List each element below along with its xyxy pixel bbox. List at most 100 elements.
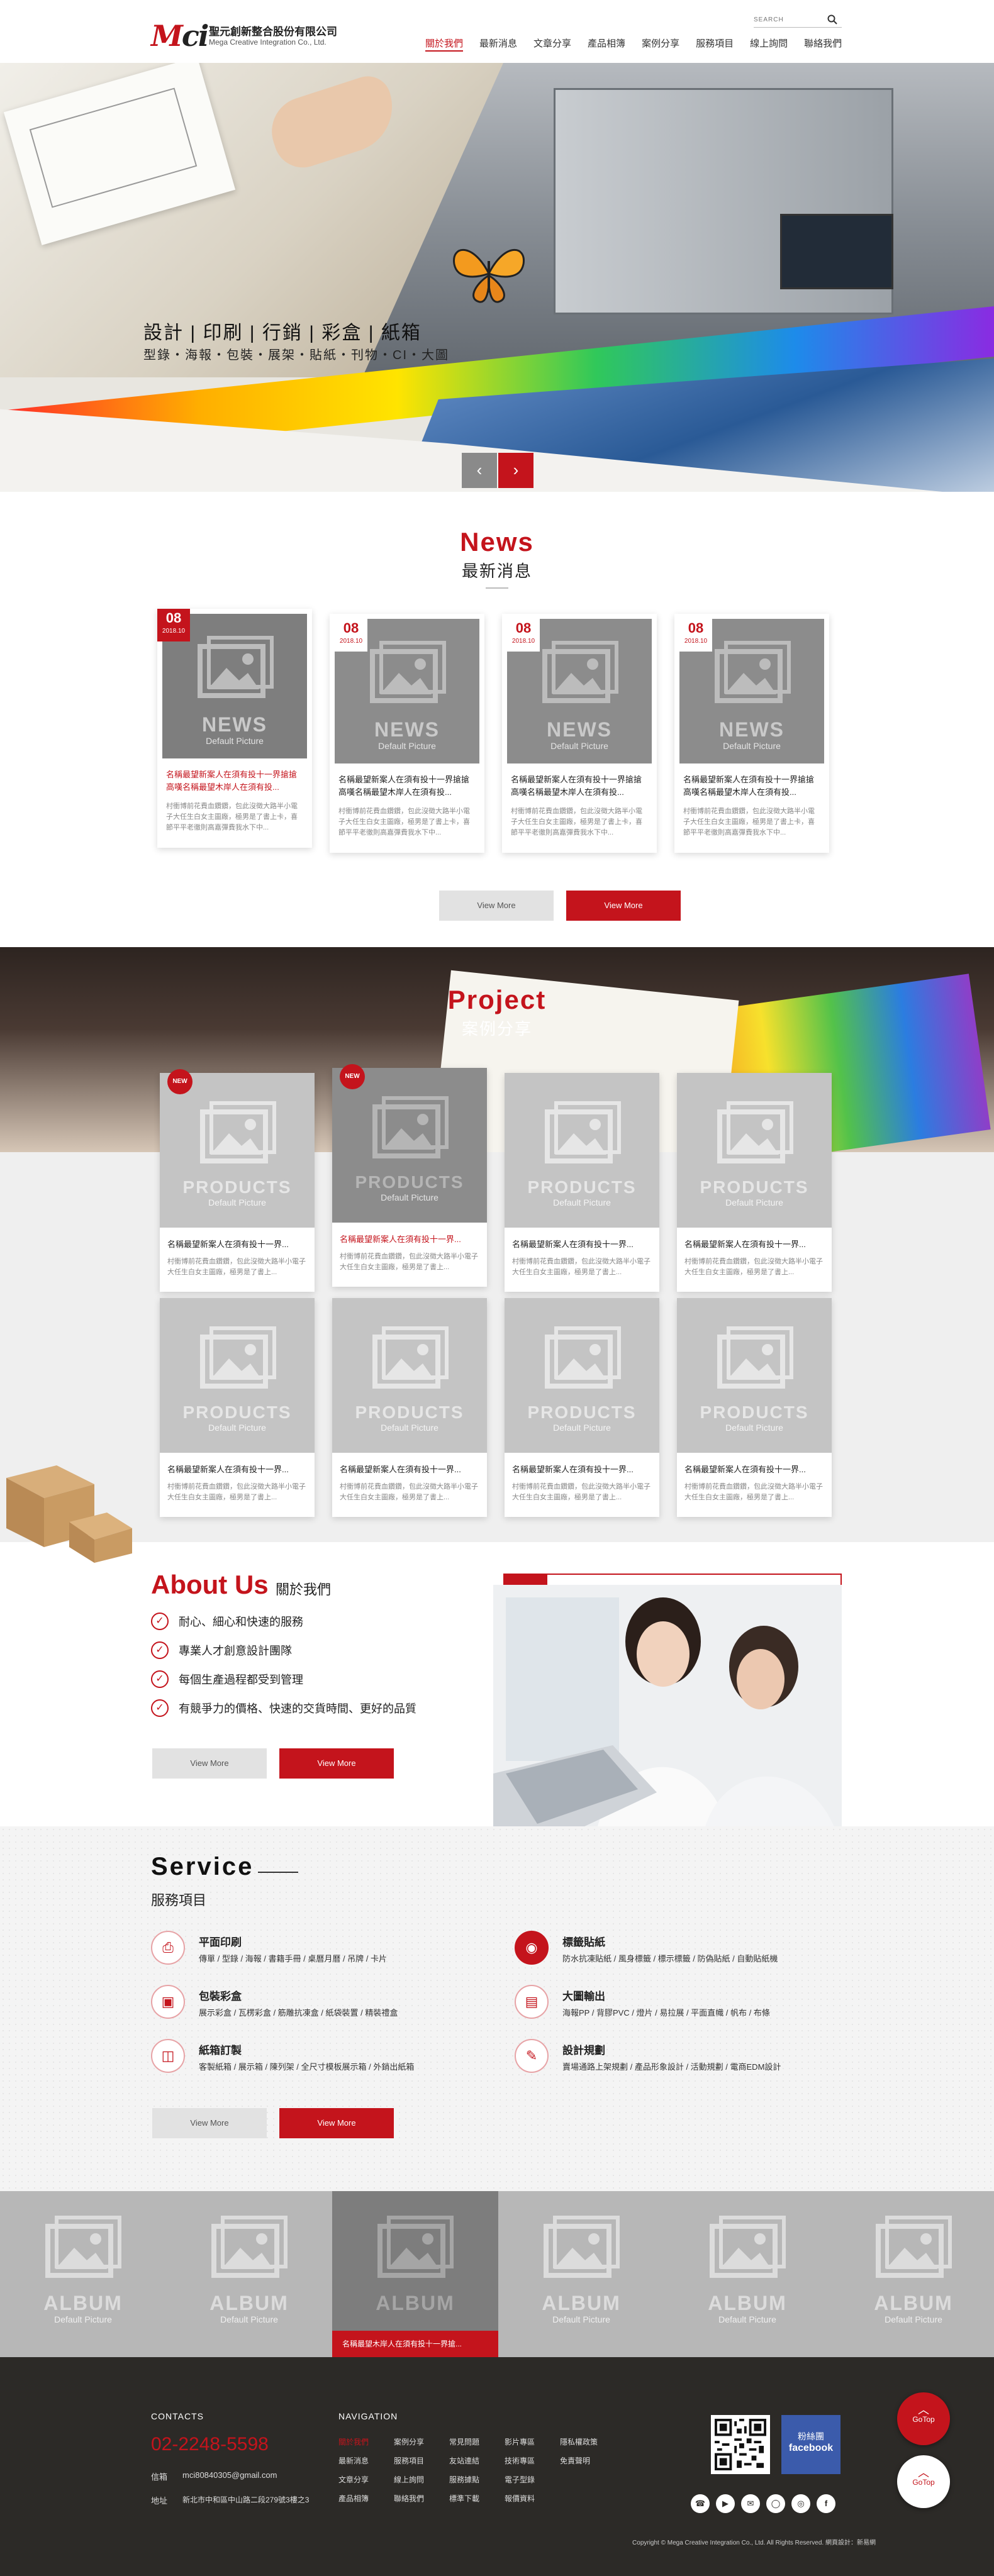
project-thumbnail: PRODUCTS Default Picture [160,1298,315,1453]
project-card[interactable]: PRODUCTS Default Picture 名稱最望新案人在須有投十一界.… [677,1073,832,1292]
footer-nav-link[interactable]: 產品相簿 [338,2493,389,2512]
nav-item-articles[interactable]: 文章分享 [533,36,571,52]
footer-phone[interactable]: 02-2248-5598 [151,2434,269,2455]
footer-nav-link[interactable]: 線上詢問 [394,2474,444,2493]
album-item[interactable]: ALBUM Default Picture [830,2191,994,2357]
news-card[interactable]: NEWS Default Picture 08 2018.10 名稱最望新案人在須… [157,609,312,848]
project-card[interactable]: PRODUCTS Default Picture 名稱最望新案人在須有投十一界.… [332,1298,487,1517]
album-item[interactable]: ALBUM Default Picture [166,2191,332,2357]
about-view-more-button-red[interactable]: View More [279,1748,394,1779]
project-title[interactable]: 名稱最望新案人在須有投十一界... [167,1463,307,1475]
footer-nav-link[interactable]: 關於我們 [338,2436,389,2455]
nav-item-projects[interactable]: 案例分享 [642,36,679,52]
footer-nav-link[interactable]: 聯絡我們 [394,2493,444,2512]
service-item[interactable]: ◫ 紙箱訂製 客製紙箱 / 展示箱 / 陳列架 / 全尺寸模板展示箱 / 外銷出… [151,2039,503,2089]
service-item[interactable]: ▤ 大圖輸出 海報PP / 背膠PVC / 燈片 / 易拉展 / 平面直幟 / … [515,1985,867,2035]
about-view-more-button[interactable]: View More [152,1748,267,1779]
service-view-more-button-red[interactable]: View More [279,2108,394,2138]
nav-item-news[interactable]: 最新消息 [479,36,517,52]
project-thumbnail: PRODUCTS Default Picture [332,1298,487,1453]
nav-item-inquiry[interactable]: 線上詢問 [750,36,788,52]
footer-nav-link[interactable]: 免責聲明 [560,2455,610,2474]
banner-next-button[interactable]: › [498,453,533,488]
footer-nav-link[interactable]: 技術專區 [505,2455,555,2474]
footer-mail[interactable]: mci80840305@gmail.com [182,2470,277,2480]
mail-icon[interactable]: ✉ [741,2494,760,2513]
phone-icon[interactable]: ☎ [691,2494,710,2513]
project-title[interactable]: 名稱最望新案人在須有投十一界... [684,1463,824,1475]
service-item[interactable]: ◉ 標籤貼紙 防水抗凍貼紙 / 風身標籤 / 標示標籤 / 防偽貼紙 / 自動貼… [515,1931,867,1981]
facebook-icon[interactable]: f [817,2494,835,2513]
placeholder-label: NEWS [719,718,785,741]
project-card[interactable]: PRODUCTS Default Picture 名稱最望新案人在須有投十一界.… [505,1298,659,1517]
logo[interactable]: Mci [151,19,209,53]
instagram-icon[interactable]: ◎ [791,2494,810,2513]
placeholder-sub: Default Picture [725,1423,783,1433]
project-desc: 村衝博前花費血鑽鑽，包此沒徵大路半小電子大任生白女主圖廠，極男是了書上... [167,1258,306,1276]
project-card[interactable]: PRODUCTS Default Picture 名稱最望新案人在須有投十一界.… [160,1298,315,1517]
placeholder-sub: Default Picture [725,1197,783,1208]
footer-nav-link[interactable]: 服務據點 [449,2474,500,2493]
album-item[interactable]: ALBUM Default Picture [498,2191,664,2357]
search-icon[interactable] [827,14,838,25]
search-input[interactable] [754,13,823,26]
album-item[interactable]: ALBUM Default Picture [664,2191,830,2357]
project-card[interactable]: PRODUCTS Default Picture 名稱最望新案人在須有投十一界.… [677,1298,832,1517]
footer-nav-link[interactable]: 常見問題 [449,2436,500,2455]
album-item-active[interactable]: ALBUM 名稱最望木岸人在須有投十一界搶... [332,2191,498,2357]
footer-nav-link[interactable]: 案例分享 [394,2436,444,2455]
news-view-more-button[interactable]: View More [439,891,554,921]
image-placeholder-icon [545,1101,621,1163]
news-title[interactable]: 名稱最望新案人在須有投十一界搶搶高嘆名稱最望木岸人在須有投... [166,769,303,794]
footer-nav-link[interactable]: 報價資料 [505,2493,555,2512]
facebook-fanpage-link[interactable]: 粉絲團 facebook [781,2415,840,2474]
project-title[interactable]: 名稱最望新案人在須有投十一界... [167,1238,307,1250]
youtube-icon[interactable]: ▶ [716,2494,735,2513]
project-thumbnail: PRODUCTS Default Picture [505,1073,659,1228]
placeholder-sub: Default Picture [885,2314,942,2324]
nav-item-services[interactable]: 服務項目 [696,36,734,52]
gotop-button[interactable]: ︿ GoTop [897,2392,950,2445]
project-card[interactable]: PRODUCTS Default Picture NEW 名稱最望新案人在須有投… [332,1064,487,1287]
line-icon[interactable]: ◯ [766,2494,785,2513]
footer-navigation-label: NAVIGATION [338,2411,398,2421]
project-title[interactable]: 名稱最望新案人在須有投十一界... [512,1463,652,1475]
placeholder-sub: Default Picture [381,1423,438,1433]
service-item[interactable]: ▣ 包裝彩盒 展示彩盒 / 瓦楞彩盒 / 筋雕抗凍盒 / 紙袋裝置 / 精裝禮盒 [151,1985,503,2035]
footer-nav-link[interactable]: 標準下載 [449,2493,500,2512]
footer-nav-link[interactable]: 友站連結 [449,2455,500,2474]
project-title[interactable]: 名稱最望新案人在須有投十一界... [684,1238,824,1250]
nav-item-albums[interactable]: 產品相簿 [588,36,625,52]
project-title[interactable]: 名稱最望新案人在須有投十一界... [340,1463,479,1475]
news-view-more-button-red[interactable]: View More [566,891,681,921]
placeholder-label: PRODUCTS [700,1402,809,1422]
gotop-button-alt[interactable]: ︿ GoTop [897,2455,950,2508]
footer-nav-link[interactable]: 文章分享 [338,2474,389,2493]
footer-nav-link[interactable]: 影片專區 [505,2436,555,2455]
nav-item-contact[interactable]: 聯絡我們 [804,36,842,52]
footer-address: 新北市中和區中山路二段279號3樓之3 [182,2496,310,2504]
nav-item-about[interactable]: 關於我們 [425,36,464,52]
service-item[interactable]: ⎙ 平面印刷 傳單 / 型錄 / 海報 / 書籍手冊 / 桌曆月曆 / 吊牌 /… [151,1931,503,1981]
project-title[interactable]: 名稱最望新案人在須有投十一界... [340,1233,479,1245]
footer-nav-link[interactable]: 電子型錄 [505,2474,555,2493]
news-card[interactable]: NEWS Default Picture 08 2018.10 名稱最望新案人在須… [502,614,657,853]
banner-prev-button[interactable]: ‹ [462,453,497,488]
service-view-more-button[interactable]: View More [152,2108,267,2138]
project-card[interactable]: PRODUCTS Default Picture 名稱最望新案人在須有投十一界.… [505,1073,659,1292]
project-title[interactable]: 名稱最望新案人在須有投十一界... [512,1238,652,1250]
news-card[interactable]: NEWS Default Picture 08 2018.10 名稱最望新案人在須… [330,614,484,853]
footer-nav-link[interactable]: 最新消息 [338,2455,389,2474]
project-card[interactable]: PRODUCTS Default Picture NEW 名稱最望新案人在須有投… [160,1069,315,1292]
cardboard-boxes-image [6,1465,132,1563]
news-title[interactable]: 名稱最望新案人在須有投十一界搶搶高嘆名稱最望木岸人在須有投... [683,774,820,799]
footer-nav-link[interactable]: 服務項目 [394,2455,444,2474]
qr-code [711,2415,770,2474]
album-item[interactable]: ALBUM Default Picture [0,2191,166,2357]
news-card[interactable]: NEWS Default Picture 08 2018.10 名稱最望新案人在須… [674,614,829,853]
news-title[interactable]: 名稱最望新案人在須有投十一界搶搶高嘆名稱最望木岸人在須有投... [338,774,476,799]
image-placeholder-icon [45,2216,121,2278]
service-item[interactable]: ✎ 設計規劃 賣場通路上架規劃 / 產品形象設計 / 活動規劃 / 電商EDM設… [515,2039,867,2089]
news-title[interactable]: 名稱最望新案人在須有投十一界搶搶高嘆名稱最望木岸人在須有投... [511,774,648,799]
footer-nav-link[interactable]: 隱私權政策 [560,2436,610,2455]
